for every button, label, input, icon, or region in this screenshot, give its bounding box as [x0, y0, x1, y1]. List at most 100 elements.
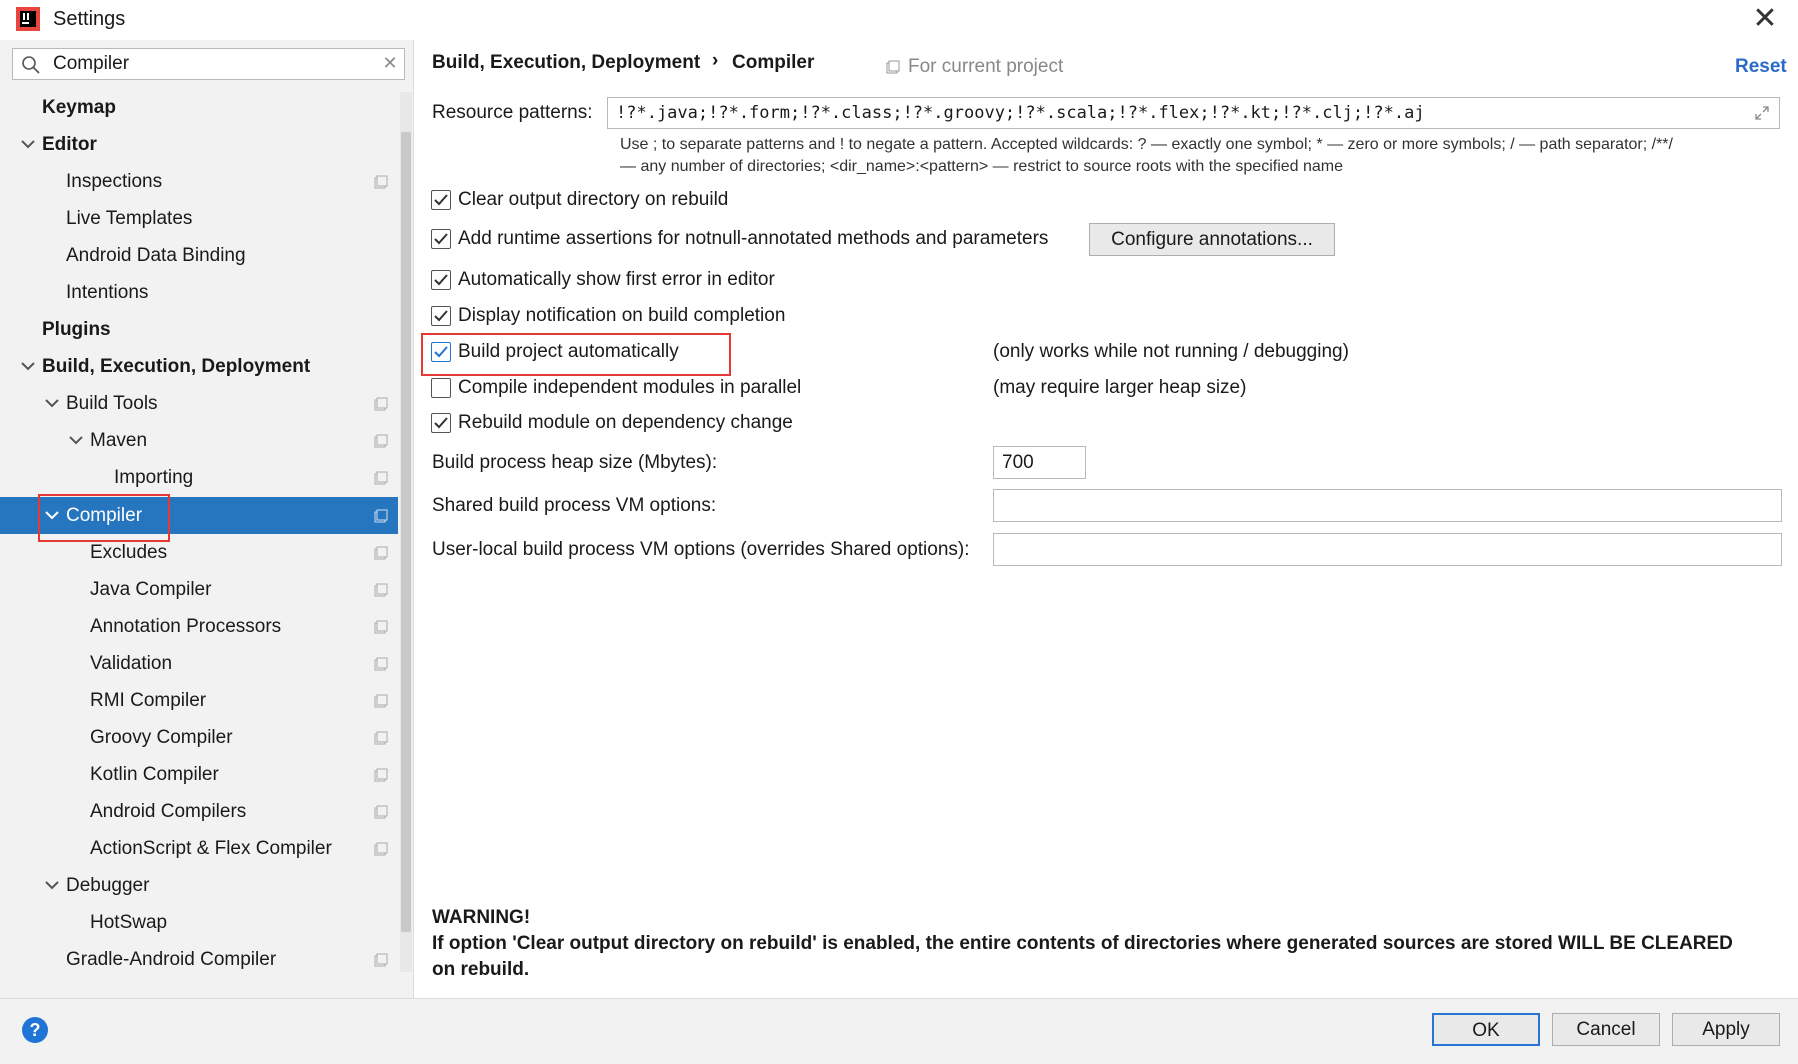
tree-item-annotation-processors[interactable]: Annotation Processors: [0, 608, 398, 645]
chevron-down-icon[interactable]: [44, 867, 60, 904]
apply-button[interactable]: Apply: [1672, 1013, 1780, 1046]
tree-item-build-execution-deployment[interactable]: Build, Execution, Deployment: [0, 348, 398, 385]
heap-size-input[interactable]: [1002, 451, 1084, 475]
clear-output-label: Clear output directory on rebuild: [458, 189, 729, 210]
tree-label: Android Data Binding: [66, 245, 246, 266]
tree-label: Kotlin Compiler: [90, 764, 219, 785]
parallel-modules-note: (may require larger heap size): [993, 377, 1247, 398]
tree-item-plugins[interactable]: Plugins: [0, 311, 398, 348]
tree-label: Validation: [90, 653, 173, 674]
project-scope-icon: [374, 731, 388, 745]
tree-item-build-tools[interactable]: Build Tools: [0, 385, 398, 422]
shared-vm-options-input[interactable]: [1002, 494, 1711, 518]
tree-item-editor[interactable]: Editor: [0, 126, 398, 163]
project-scope-icon: [374, 175, 388, 189]
warning-text: If option 'Clear output directory on reb…: [432, 933, 1733, 980]
configure-annotations-button[interactable]: Configure annotations...: [1089, 223, 1335, 256]
tree-label: HotSwap: [90, 912, 168, 933]
close-icon[interactable]: ✕: [1748, 2, 1782, 36]
tree-label: Editor: [42, 134, 97, 155]
project-scope-icon: [374, 546, 388, 560]
resource-patterns-hint-line1: Use ; to separate patterns and ! to nega…: [620, 136, 1673, 153]
resource-patterns-input[interactable]: [616, 101, 1746, 125]
tree-item-maven[interactable]: Maven: [0, 422, 398, 459]
build-automatically-note: (only works while not running / debuggin…: [993, 341, 1349, 362]
show-first-error-checkbox[interactable]: [431, 270, 451, 290]
warning-block: WARNING! If option 'Clear output directo…: [432, 905, 1752, 983]
ok-button[interactable]: OK: [1432, 1013, 1540, 1046]
tree-label: Plugins: [42, 319, 111, 340]
chevron-down-icon[interactable]: [68, 422, 84, 459]
tree-item-rmi-compiler[interactable]: RMI Compiler: [0, 682, 398, 719]
show-first-error-label: Automatically show first error in editor: [458, 269, 775, 290]
tree-label: Keymap: [42, 97, 116, 118]
sidebar-scrollbar[interactable]: [400, 92, 412, 972]
tree-item-groovy-compiler[interactable]: Groovy Compiler: [0, 719, 398, 756]
tree-item-java-compiler[interactable]: Java Compiler: [0, 571, 398, 608]
tree-label: Build Tools: [66, 393, 158, 414]
display-notification-label: Display notification on build completion: [458, 305, 786, 326]
chevron-down-icon[interactable]: [20, 126, 36, 163]
runtime-assertions-checkbox[interactable]: [431, 229, 451, 249]
help-icon[interactable]: ?: [22, 1017, 48, 1043]
chevron-down-icon[interactable]: [44, 385, 60, 422]
project-scope-icon: [374, 583, 388, 597]
rebuild-on-dependency-label: Rebuild module on dependency change: [458, 412, 793, 433]
tree-item-debugger[interactable]: Debugger: [0, 867, 398, 904]
search-box[interactable]: ✕: [12, 48, 405, 80]
tree-item-live-templates[interactable]: Live Templates: [0, 200, 398, 237]
tree-label: ActionScript & Flex Compiler: [90, 838, 332, 859]
rebuild-on-dependency-checkbox[interactable]: [431, 413, 451, 433]
tree-item-keymap[interactable]: Keymap: [0, 89, 398, 126]
display-notification-checkbox[interactable]: [431, 306, 451, 326]
resource-patterns-label: Resource patterns:: [432, 102, 593, 123]
tree-label: Live Templates: [66, 208, 193, 229]
tree-label: Maven: [90, 430, 148, 451]
runtime-assertions-label: Add runtime assertions for notnull-annot…: [458, 228, 1049, 249]
tree-item-android-compilers[interactable]: Android Compilers: [0, 793, 398, 830]
intellij-logo-icon: [16, 7, 40, 31]
tree-item-kotlin-compiler[interactable]: Kotlin Compiler: [0, 756, 398, 793]
clear-search-icon[interactable]: ✕: [379, 51, 401, 77]
clear-output-checkbox[interactable]: [431, 190, 451, 210]
resource-patterns-field[interactable]: [607, 97, 1780, 129]
tree-item-importing[interactable]: Importing: [0, 459, 398, 496]
tree-label: Inspections: [66, 171, 163, 192]
search-icon: [22, 56, 40, 74]
tree-label: Annotation Processors: [90, 616, 282, 637]
warning-title: WARNING!: [432, 907, 531, 928]
tree-item-android-data-binding[interactable]: Android Data Binding: [0, 237, 398, 274]
scope-label: For current project: [908, 56, 1064, 77]
heap-size-field[interactable]: [993, 446, 1086, 479]
cancel-button[interactable]: Cancel: [1552, 1013, 1660, 1046]
tree-label: RMI Compiler: [90, 690, 207, 711]
sidebar-scrollbar-thumb[interactable]: [401, 132, 411, 932]
project-scope-icon: [374, 620, 388, 634]
tree-item-inspections[interactable]: Inspections: [0, 163, 398, 200]
highlight-box-build-automatically: [421, 333, 731, 376]
tree-item-validation[interactable]: Validation: [0, 645, 398, 682]
expand-icon[interactable]: [1754, 105, 1770, 121]
reset-link[interactable]: Reset: [1735, 56, 1787, 78]
search-input[interactable]: [53, 51, 373, 77]
user-vm-options-field[interactable]: [993, 533, 1782, 566]
shared-vm-options-field[interactable]: [993, 489, 1782, 522]
project-scope-icon: [374, 768, 388, 782]
tree-item-actionscript-flex-compiler[interactable]: ActionScript & Flex Compiler: [0, 830, 398, 867]
tree-item-intentions[interactable]: Intentions: [0, 274, 398, 311]
parallel-modules-label: Compile independent modules in parallel: [458, 377, 802, 398]
chevron-down-icon[interactable]: [20, 348, 36, 385]
window-title: Settings: [53, 8, 126, 30]
tree-label: Importing: [114, 467, 194, 488]
project-scope-icon: [886, 60, 900, 74]
breadcrumb-current: Compiler: [732, 52, 815, 73]
parallel-modules-checkbox[interactable]: [431, 378, 451, 398]
heap-size-label: Build process heap size (Mbytes):: [432, 452, 718, 473]
project-scope-icon: [374, 694, 388, 708]
tree-item-hotswap[interactable]: HotSwap: [0, 904, 398, 941]
tree-item-gradle-android-compiler[interactable]: Gradle-Android Compiler: [0, 941, 398, 978]
tree-label: Debugger: [66, 875, 150, 896]
user-vm-options-input[interactable]: [1002, 538, 1711, 562]
breadcrumb-parent[interactable]: Build, Execution, Deployment: [432, 52, 700, 74]
tree-label: Gradle-Android Compiler: [66, 949, 277, 970]
